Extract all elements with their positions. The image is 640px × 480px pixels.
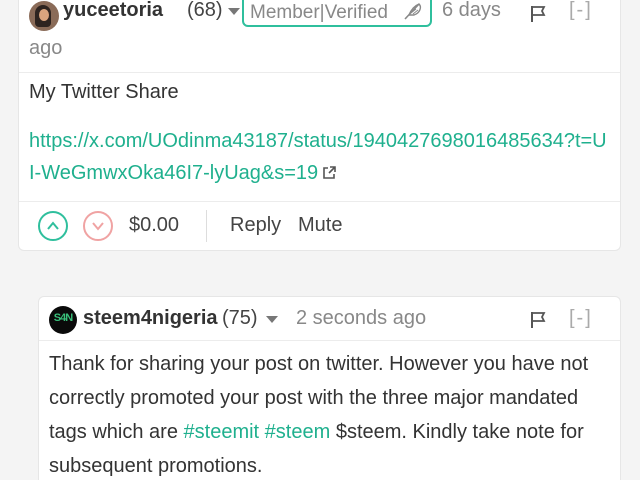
mute-button[interactable]: Mute: [298, 214, 342, 237]
reply-text: Thank for sharing your post on twitter. …: [49, 353, 589, 477]
upvote-icon: [47, 221, 59, 230]
comment-actions: $0.00 Reply Mute: [19, 201, 620, 252]
downvote-button[interactable]: [83, 211, 113, 241]
collapse-button[interactable]: [-]: [569, 307, 593, 330]
author-name[interactable]: steem4nigeria: [83, 307, 218, 330]
reply-card: S4N steem4nigeria (75) 2 seconds ago [-]…: [38, 296, 621, 480]
flag-icon[interactable]: [529, 5, 547, 23]
upvote-button[interactable]: [38, 211, 68, 241]
avatar[interactable]: S4N: [49, 306, 77, 334]
payout-value[interactable]: $0.00: [129, 214, 179, 237]
flag-icon[interactable]: [529, 311, 547, 329]
reply-header: S4N steem4nigeria (75) 2 seconds ago [-]: [39, 297, 620, 341]
chevron-down-icon[interactable]: [228, 8, 240, 15]
badge-label: Member|Verified: [250, 2, 388, 23]
avatar[interactable]: [29, 1, 59, 31]
comment-header: yuceetoria (68) Member|Verified 6 days […: [19, 0, 620, 73]
comment-text: My Twitter Share: [29, 81, 179, 103]
timestamp[interactable]: 2 seconds ago: [296, 307, 426, 330]
timestamp-ago[interactable]: ago: [29, 37, 62, 60]
comment-card: yuceetoria (68) Member|Verified 6 days […: [18, 0, 621, 251]
author-reputation: (68): [187, 0, 223, 21]
author-reputation: (75): [222, 307, 258, 329]
external-link-icon: [323, 166, 336, 179]
divider: [206, 210, 207, 242]
tag-link[interactable]: #steemit: [184, 421, 260, 443]
reply-button[interactable]: Reply: [230, 214, 281, 237]
timestamp[interactable]: 6 days: [442, 0, 501, 22]
tag-link[interactable]: #steem: [265, 421, 331, 443]
downvote-icon: [92, 222, 104, 231]
author-name[interactable]: yuceetoria: [63, 0, 163, 22]
collapse-button[interactable]: [-]: [569, 0, 593, 22]
chevron-down-icon[interactable]: [266, 316, 278, 323]
comment-link[interactable]: https://x.com/UOdinma43187/status/194042…: [29, 125, 609, 189]
feather-icon: [404, 3, 422, 20]
member-verified-badge: Member|Verified: [242, 0, 432, 27]
